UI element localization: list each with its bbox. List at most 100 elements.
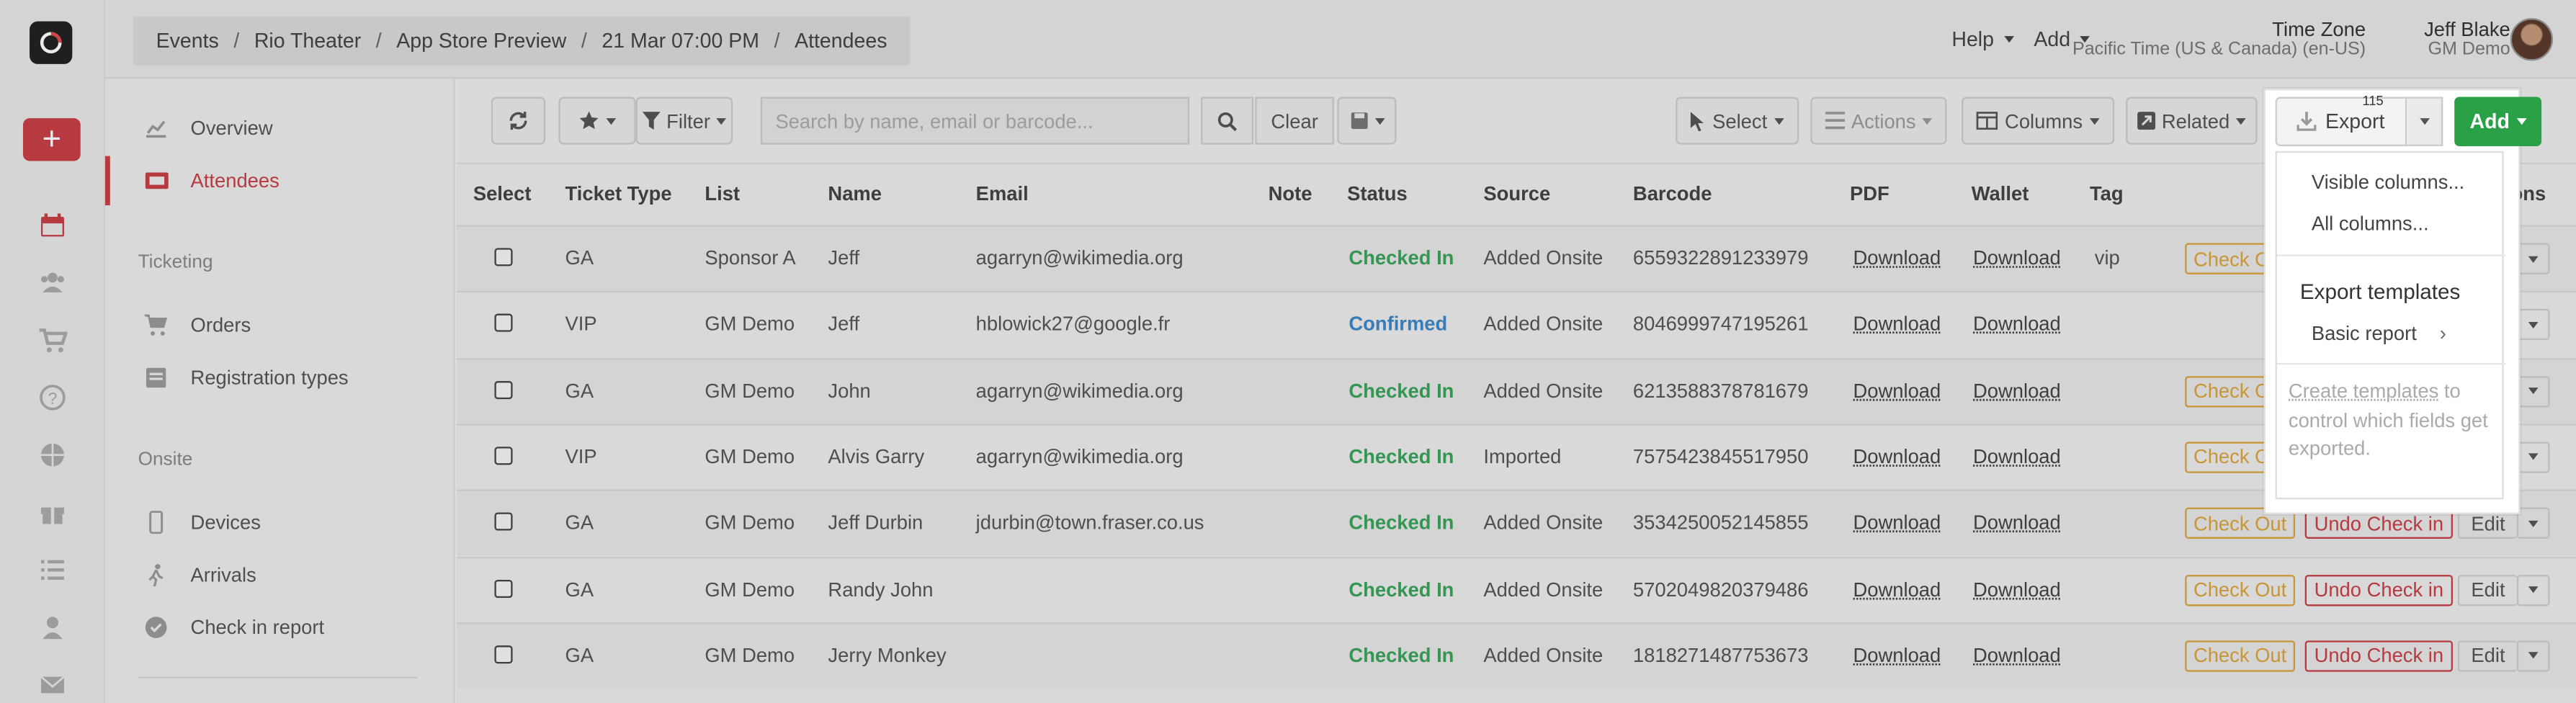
help-icon[interactable]: ? [37,382,67,412]
pdf-download-link[interactable]: Download [1853,313,1941,336]
filter-button[interactable]: Filter [635,97,733,145]
wallet-download-link[interactable]: Download [1973,578,2061,601]
check-out-button[interactable]: Check Out [2185,573,2296,606]
column-header-tag[interactable]: Tag [2090,182,2124,205]
create-new-button[interactable]: + [22,118,81,161]
wallet-download-link[interactable]: Download [1973,445,2061,468]
menu-item-basic-report[interactable]: Basic report [2312,322,2417,345]
menu-item-visible-columns[interactable]: Visible columns... [2312,171,2464,194]
row-select-checkbox[interactable] [494,512,513,531]
column-header-ticket-type[interactable]: Ticket Type [565,182,672,205]
row-actions-dropdown[interactable] [2516,243,2550,274]
table-row[interactable]: GA Sponsor A Jeff agarryn@wikimedia.org Chec… [457,225,2576,291]
select-button[interactable]: Select [1676,97,1799,145]
pdf-download-link[interactable]: Download [1853,246,1941,269]
sidebar-item-orders[interactable]: Orders [105,300,455,349]
add-attendee-button[interactable]: Add [2454,97,2542,146]
sidebar-item-registration-types[interactable]: Registration types [105,353,455,402]
table-row[interactable]: VIP GM Demo Alvis Garry agarryn@wikimedia.o… [457,424,2576,489]
pdf-download-link[interactable]: Download [1853,379,1941,402]
row-select-checkbox[interactable] [494,380,513,399]
column-header-barcode[interactable]: Barcode [1633,182,1712,205]
column-header-source[interactable]: Source [1483,182,1550,205]
row-actions-dropdown[interactable] [2516,442,2550,473]
table-row[interactable]: GA GM Demo John agarryn@wikimedia.org Checke… [457,357,2576,424]
columns-button[interactable]: Columns [1962,97,2115,145]
menu-item-all-columns[interactable]: All columns... [2312,212,2429,235]
avatar[interactable] [2510,18,2554,61]
breadcrumb-events[interactable]: Events [156,30,219,53]
gift-icon[interactable] [37,498,67,527]
wallet-download-link[interactable]: Download [1973,313,2061,336]
sidebar-item-overview[interactable]: Overview [105,104,455,153]
timezone-selector[interactable]: Time Zone Pacific Time (US & Canada) (en… [2072,19,2366,59]
pdf-download-link[interactable]: Download [1853,643,1941,666]
table-row[interactable]: GA GM Demo Jeff Durbin jdurbin@town.fraser.… [457,489,2576,556]
row-select-checkbox[interactable] [494,578,513,597]
column-header-status[interactable]: Status [1347,182,1408,205]
sidebar-item-devices[interactable]: Devices [105,498,455,547]
search-button[interactable] [1201,97,1254,145]
row-select-checkbox[interactable] [494,645,513,663]
chevron-down-icon [2419,118,2429,125]
export-dropdown-toggle[interactable] [2407,97,2443,146]
people-icon[interactable] [37,268,67,297]
row-actions-dropdown[interactable] [2516,508,2550,539]
list-icon[interactable] [37,555,67,585]
row-actions-dropdown[interactable] [2516,640,2550,672]
column-header-wallet[interactable]: Wallet [1972,182,2029,205]
refresh-button[interactable] [491,97,546,145]
edit-button[interactable]: Edit [2457,573,2517,606]
pdf-download-link[interactable]: Download [1853,578,1941,601]
sidebar-item-check-in-report[interactable]: Check in report [105,603,455,652]
check-out-button[interactable]: Check Out [2185,640,2296,672]
row-select-checkbox[interactable] [494,248,513,267]
person-icon[interactable] [37,613,67,642]
wallet-download-link[interactable]: Download [1973,511,2061,534]
user-menu[interactable]: Jeff Blake GM Demo [2424,19,2510,59]
pdf-download-link[interactable]: Download [1853,445,1941,468]
mail-icon[interactable] [37,670,67,699]
undo-check-in-button[interactable]: Undo Check in [2304,573,2453,606]
row-actions-dropdown[interactable] [2516,375,2550,407]
sidebar-heading-onsite: Onsite [138,449,193,470]
row-actions-dropdown[interactable] [2516,309,2550,341]
sidebar-item-attendees[interactable]: Attendees [104,156,455,206]
sidebar-item-arrivals[interactable]: Arrivals [105,550,455,599]
row-actions-dropdown[interactable] [2516,573,2550,606]
row-select-checkbox[interactable] [494,447,513,465]
clear-button[interactable]: Clear [1255,97,1334,145]
column-header-note[interactable]: Note [1269,182,1312,205]
column-header-email[interactable]: Email [976,182,1029,205]
breadcrumb-venue[interactable]: Rio Theater [254,30,361,53]
row-select-checkbox[interactable] [494,314,513,333]
breadcrumb-event[interactable]: App Store Preview [396,30,566,53]
related-button[interactable]: Related [2126,97,2258,145]
help-menu[interactable]: Help [1951,28,2014,51]
favorites-button[interactable] [558,97,636,145]
breadcrumb-date[interactable]: 21 Mar 07:00 PM [601,30,759,53]
column-header-pdf[interactable]: PDF [1850,182,1889,205]
create-templates-link[interactable]: Create templates [2289,380,2438,403]
actions-button[interactable]: Actions [1810,97,1947,145]
table-row[interactable]: VIP GM Demo Jeff hblowick27@google.fr Confir… [457,291,2576,357]
undo-check-in-button[interactable]: Undo Check in [2304,640,2453,672]
table-row[interactable]: GA GM Demo Jerry Monkey Checked In Added Ons… [457,622,2576,689]
calendar-icon[interactable] [37,210,67,240]
save-filter-button[interactable] [1337,97,1397,145]
column-header-list[interactable]: List [705,182,740,205]
globe-icon[interactable] [37,440,67,470]
wallet-download-link[interactable]: Download [1973,246,2061,269]
export-button[interactable]: Export [2275,97,2407,146]
wallet-download-link[interactable]: Download [1973,643,2061,666]
column-header-name[interactable]: Name [828,182,882,205]
app-logo[interactable] [30,21,73,64]
table-row[interactable]: GA GM Demo Randy John Checked In Added Onsit… [457,555,2576,622]
cell-name: Jerry Monkey [828,643,947,667]
search-input[interactable]: Search by name, email or barcode... [760,97,1190,145]
cart-icon[interactable] [37,326,68,355]
wallet-download-link[interactable]: Download [1973,379,2061,402]
edit-button[interactable]: Edit [2457,640,2517,672]
column-header-select[interactable]: Select [473,182,532,205]
pdf-download-link[interactable]: Download [1853,511,1941,534]
